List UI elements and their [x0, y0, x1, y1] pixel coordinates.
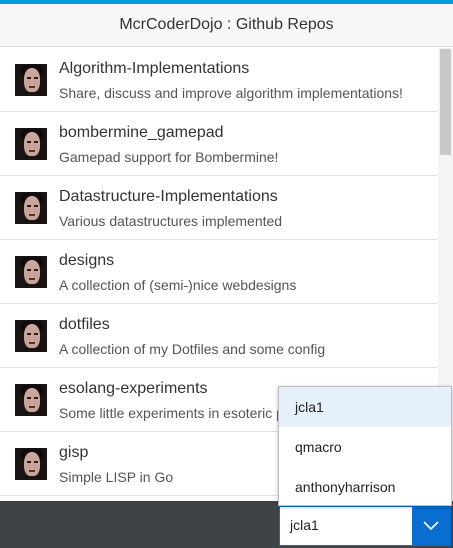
- repo-description: Simple LISP in Go: [59, 469, 174, 485]
- title-bar: McrCoderDojo : Github Repos: [0, 4, 453, 47]
- repo-description: Gamepad support for Bombermine!: [59, 149, 279, 165]
- repo-name: Algorithm-Implementations: [59, 60, 250, 77]
- app: McrCoderDojo : Github Repos Algorithm-Im…: [0, 0, 453, 548]
- avatar: [15, 320, 47, 352]
- repo-description: Share, discuss and improve algorithm imp…: [59, 85, 403, 101]
- repo-name: Datastructure-Implementations: [59, 188, 278, 205]
- list-item[interactable]: Datastructure-Implementations Various da…: [0, 176, 438, 240]
- list-item[interactable]: designs A collection of (semi-)nice webd…: [0, 240, 438, 304]
- avatar: [15, 64, 47, 96]
- scrollbar-thumb[interactable]: [440, 49, 451, 155]
- dropdown-toggle-button[interactable]: [412, 507, 450, 545]
- page-title: McrCoderDojo : Github Repos: [119, 16, 334, 33]
- repo-name: designs: [59, 252, 115, 269]
- list-item[interactable]: bombermine_gamepad Gamepad support for B…: [0, 112, 438, 176]
- repo-name: gisp: [59, 444, 89, 461]
- repo-description: A collection of (semi-)nice webdesigns: [59, 277, 297, 293]
- chevron-down-icon: [423, 521, 439, 531]
- repo-name: dotfiles: [59, 316, 110, 333]
- avatar: [15, 256, 47, 288]
- repo-name: bombermine_gamepad: [59, 124, 224, 141]
- avatar: [15, 448, 47, 480]
- repo-description: Various datastructures implemented: [59, 213, 283, 229]
- user-option[interactable]: qmacro: [279, 427, 451, 467]
- repo-description: A collection of my Dotfiles and some con…: [59, 341, 326, 357]
- user-select-value: jcla1: [290, 517, 319, 533]
- repo-description: Some little experiments in esoteric p: [59, 405, 284, 421]
- avatar: [15, 128, 47, 160]
- list-item[interactable]: dotfiles A collection of my Dotfiles and…: [0, 304, 438, 368]
- user-option[interactable]: anthonyharrison: [279, 467, 451, 507]
- user-select[interactable]: jcla1: [279, 506, 451, 546]
- avatar: [15, 192, 47, 224]
- avatar: [15, 384, 47, 416]
- user-select-dropdown: jcla1 qmacro anthonyharrison: [278, 386, 452, 506]
- list-item[interactable]: Algorithm-Implementations Share, discuss…: [0, 48, 438, 112]
- user-option[interactable]: jcla1: [279, 387, 451, 427]
- repo-name: esolang-experiments: [59, 380, 208, 397]
